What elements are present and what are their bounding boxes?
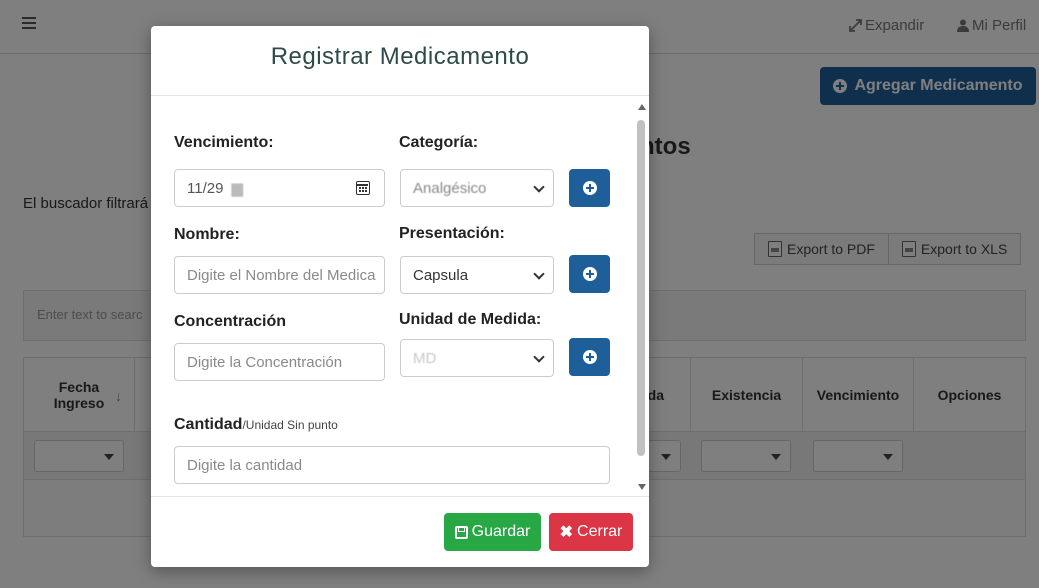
cantidad-input[interactable]: [187, 456, 609, 474]
presentacion-value: Capsula: [413, 266, 469, 284]
add-unidad-button[interactable]: [569, 338, 610, 376]
nombre-input[interactable]: [187, 266, 384, 284]
plus-circle-icon: [582, 350, 597, 364]
categoria-select[interactable]: Analgésico: [400, 169, 554, 207]
scroll-up-arrow-icon[interactable]: [638, 104, 646, 110]
cantidad-label: Cantidad/Unidad Sin punto: [174, 416, 338, 433]
presentacion-select[interactable]: Capsula: [400, 256, 554, 294]
modal-scrollbar[interactable]: [636, 100, 648, 494]
scroll-down-arrow-icon[interactable]: [638, 484, 646, 490]
presentacion-label: Presentación:: [399, 225, 505, 242]
close-label: Cerrar: [577, 523, 623, 540]
categoria-value: Analgésico: [413, 179, 487, 197]
close-icon: ✖: [559, 524, 574, 541]
modal-footer-divider: [151, 496, 649, 497]
concentracion-input[interactable]: [187, 353, 384, 371]
concentracion-label: Concentración: [174, 313, 287, 330]
vencimiento-value: 11/29: [187, 179, 224, 197]
plus-circle-icon: [582, 267, 597, 281]
floppy-disk-icon: [454, 525, 468, 539]
cantidad-sublabel: /Unidad Sin punto: [242, 418, 338, 432]
unidad-value: MD: [413, 349, 437, 367]
cantidad-field[interactable]: [174, 446, 610, 484]
vencimiento-date-input[interactable]: 11/29 ▆: [174, 169, 385, 207]
save-button[interactable]: Guardar: [444, 513, 541, 551]
close-button[interactable]: ✖ Cerrar: [549, 513, 633, 551]
unidad-label: Unidad de Medida:: [399, 311, 542, 328]
unidad-select[interactable]: MD: [400, 339, 554, 377]
nombre-label: Nombre:: [174, 226, 240, 243]
modal-header-divider: [151, 95, 649, 96]
add-presentacion-button[interactable]: [569, 255, 610, 293]
categoria-label: Categoría:: [399, 134, 479, 151]
register-medication-modal: Registrar Medicamento Vencimiento: 11/29…: [151, 26, 649, 567]
nombre-field[interactable]: [174, 256, 385, 294]
add-categoria-button[interactable]: [569, 169, 610, 207]
calendar-icon[interactable]: [356, 181, 370, 195]
save-label: Guardar: [471, 523, 531, 540]
concentracion-field[interactable]: [174, 343, 385, 381]
plus-circle-icon: [582, 181, 597, 195]
vencimiento-label: Vencimiento:: [174, 134, 274, 151]
scrollbar-thumb[interactable]: [637, 120, 645, 456]
modal-title: Registrar Medicamento: [270, 43, 530, 70]
